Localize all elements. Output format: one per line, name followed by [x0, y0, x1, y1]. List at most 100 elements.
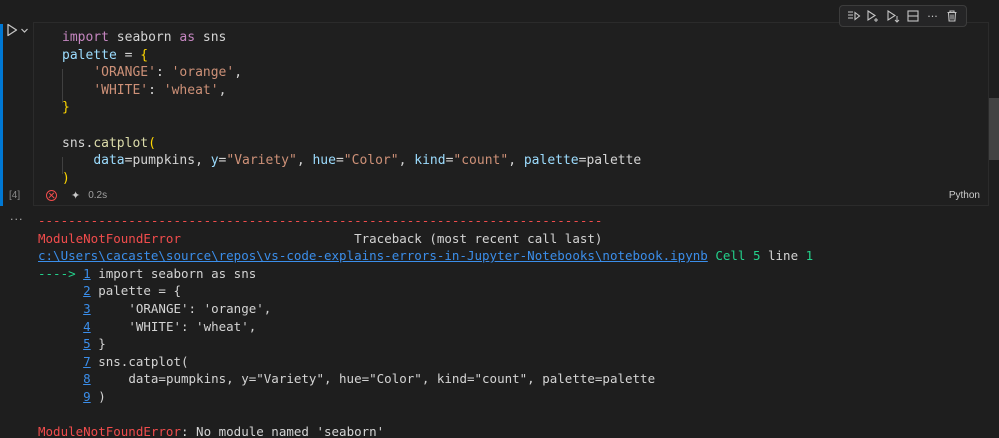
code-token: ) [62, 170, 70, 186]
execution-count: [4] [9, 190, 21, 201]
cell-status-bar: ✦ 0.2s Python [33, 186, 989, 206]
delete-icon[interactable] [944, 8, 960, 24]
code-token: sns [195, 30, 227, 45]
code-line: } [62, 99, 641, 117]
code-token: = [116, 47, 141, 63]
code-token: 'wheat' [163, 82, 219, 98]
code-token: ----> [38, 265, 84, 281]
execute-cell-and-below-icon[interactable] [865, 8, 881, 24]
output-line: ----> 1 import seaborn as sns [38, 265, 813, 283]
code-token: "count" [453, 153, 509, 169]
code-token: ) [90, 388, 106, 404]
output-line: ModuleNotFoundError: No module named 'se… [38, 423, 813, 438]
traceback-link[interactable]: 2 [83, 283, 91, 298]
code-token: , [234, 65, 243, 81]
traceback-link[interactable]: 7 [83, 354, 91, 369]
output-line: 9 ) [38, 388, 813, 406]
execute-below-icon[interactable] [885, 8, 901, 24]
code-line: palette = { [62, 47, 641, 65]
output-line: 2 palette = { [38, 282, 813, 300]
output-line: 7 sns.catplot( [38, 353, 813, 371]
code-token: sns. [62, 135, 94, 151]
code-token: ( [148, 135, 156, 151]
traceback-link[interactable]: 8 [83, 371, 91, 386]
code-token: palette [523, 153, 579, 169]
code-token: : [155, 65, 172, 81]
code-token: data=pumpkins, y="Variety", hue="Color",… [90, 371, 656, 387]
code-token: kind [414, 153, 446, 169]
output-line: 4 'WHITE': 'wheat', [38, 318, 813, 336]
output-line: ModuleNotFoundError Traceback (most rece… [38, 230, 813, 248]
execution-duration: 0.2s [88, 190, 108, 201]
code-token: 'ORANGE': 'orange', [90, 300, 272, 316]
code-token: { [140, 47, 149, 63]
play-icon [7, 23, 18, 37]
scrollbar-thumb[interactable] [989, 98, 999, 160]
code-token: : [148, 82, 164, 98]
output-line: c:\Users\cacaste\source\repos\vs-code-ex… [38, 247, 813, 265]
code-token: catplot [93, 135, 149, 151]
code-token: } [62, 100, 70, 116]
code-token: 'WHITE' [93, 82, 149, 98]
traceback-link[interactable]: 5 [83, 336, 91, 351]
code-line: data=pumpkins, y="Variety", hue="Color",… [62, 152, 641, 170]
code-token: ----------------------------------------… [38, 213, 603, 228]
code-token: =pumpkins, [124, 153, 211, 169]
code-line: 'ORANGE': 'orange', [62, 64, 641, 82]
traceback-link[interactable]: c:\Users\cacaste\source\repos\vs-code-ex… [38, 248, 708, 263]
code-token: line [760, 248, 806, 264]
code-line: import seaborn as sns [62, 29, 641, 47]
code-token: "Variety" [226, 153, 297, 169]
run-cell-button[interactable] [6, 20, 36, 40]
code-line: 'WHITE': 'wheat', [62, 82, 641, 100]
traceback-link[interactable]: 4 [83, 319, 91, 334]
output-more-icon[interactable]: ... [10, 210, 24, 223]
code-token: , [296, 153, 313, 169]
output-line: 8 data=pumpkins, y="Variety", hue="Color… [38, 370, 813, 388]
code-token: , [398, 153, 415, 169]
code-token: palette [62, 47, 117, 63]
code-token: "Color" [343, 153, 399, 169]
more-icon[interactable]: ··· [924, 8, 940, 24]
output-line: ----------------------------------------… [38, 212, 813, 230]
code-token: seaborn [108, 30, 180, 45]
code-content[interactable]: import seaborn as sns palette = { 'ORANGE… [62, 29, 641, 187]
traceback-link[interactable]: 3 [83, 301, 91, 316]
code-token: import seaborn as sns [90, 265, 257, 281]
cell-language[interactable]: Python [949, 190, 980, 201]
code-token: 'WHITE': 'wheat', [90, 318, 257, 334]
chevron-down-icon[interactable] [20, 26, 29, 35]
traceback-link[interactable]: 9 [83, 389, 91, 404]
code-token: palette = { [90, 283, 181, 299]
split-cell-icon[interactable] [905, 8, 921, 24]
code-token: } [90, 336, 106, 352]
code-token: Traceback (most recent call last) [181, 230, 603, 246]
code-token: 'ORANGE' [93, 65, 156, 81]
code-token: import [62, 30, 109, 45]
output-line: 5 } [38, 335, 813, 353]
sparkle-icon[interactable]: ✦ [71, 189, 80, 202]
traceback-link[interactable]: 1 [83, 266, 91, 281]
output-line: 3 'ORANGE': 'orange', [38, 300, 813, 318]
code-token: : No module named 'seaborn' [181, 424, 385, 438]
code-token: 'orange' [171, 65, 235, 81]
code-token: data [93, 153, 125, 169]
code-token: , [508, 153, 524, 169]
error-icon [46, 190, 57, 201]
code-editor[interactable]: import seaborn as sns palette = { 'ORANGE… [33, 22, 989, 187]
code-token: hue [312, 153, 336, 169]
code-token: sns.catplot( [90, 353, 189, 369]
code-token: ModuleNotFoundError [38, 424, 181, 438]
execute-above-icon[interactable] [846, 8, 862, 24]
code-token: ModuleNotFoundError [38, 230, 181, 246]
cell-toolbar: ··· [839, 5, 967, 27]
